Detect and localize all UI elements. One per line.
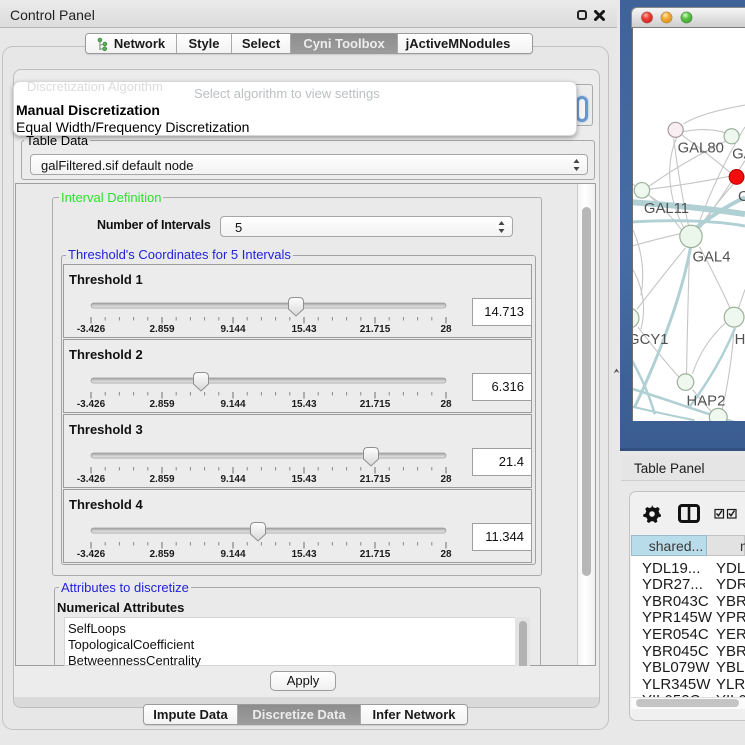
svg-text:GAL11: GAL11: [644, 201, 689, 217]
svg-text:GAL80: GAL80: [678, 141, 724, 157]
svg-text:GA: GA: [732, 147, 745, 163]
svg-text:H: H: [735, 332, 745, 348]
svg-text:GCY1: GCY1: [632, 332, 669, 348]
svg-text:GAL4: GAL4: [692, 250, 730, 266]
svg-text:C: C: [738, 189, 745, 205]
svg-text:HAP2: HAP2: [687, 393, 726, 409]
